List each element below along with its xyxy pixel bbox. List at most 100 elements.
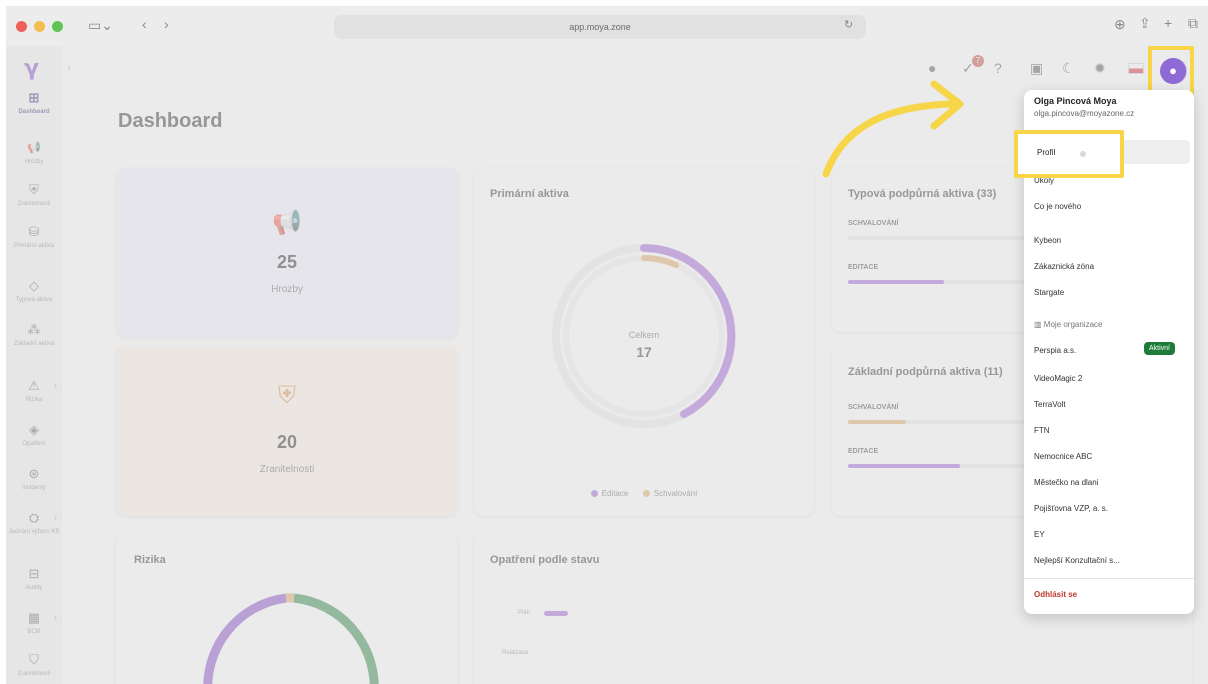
minimize-window-button[interactable] xyxy=(34,20,45,32)
sidebar-item-incidenty[interactable]: ⊛ Incidenty xyxy=(6,466,62,492)
card-title: Základní podpůrná aktiva (11) xyxy=(848,366,1003,378)
legend-dot xyxy=(590,490,598,497)
screen: ▭⌄ ‹ › ≣ app.moya.zone ↻ ⊕ ⇪ + ⧉ γ ⊞ Das… xyxy=(0,0,1208,684)
sidebar-item-label: Primární aktiva xyxy=(13,243,54,249)
sidebar-item-label: Zranitelnosti xyxy=(17,671,51,677)
donut-center-label: Celkem xyxy=(628,330,660,340)
incident-icon: ⊛ xyxy=(28,466,40,481)
legend-dot xyxy=(642,490,650,497)
menu-item-kybeon[interactable]: Kybeon xyxy=(1034,236,1061,245)
donut-segment-purple xyxy=(203,593,287,684)
org-item[interactable]: TerraVolt xyxy=(1034,400,1066,409)
back-icon[interactable]: ‹ xyxy=(142,16,147,32)
reload-icon[interactable]: ↻ xyxy=(844,18,853,31)
sidebar-item-label: Dashboard xyxy=(18,109,50,115)
shapes-icon: ⁂ xyxy=(27,322,41,337)
download-icon[interactable]: ⊕ xyxy=(1114,16,1126,33)
expand-sidebar-icon[interactable]: › xyxy=(67,60,71,74)
org-item[interactable]: VideoMagic 2 xyxy=(1034,374,1082,383)
settings-icon[interactable]: ✹ xyxy=(1094,60,1106,77)
org-item[interactable]: Pojišťovna VZP, a. s. xyxy=(1034,504,1108,513)
chevron-right-icon[interactable]: › xyxy=(54,380,57,390)
chevron-right-icon[interactable]: › xyxy=(54,512,57,522)
forward-icon[interactable]: › xyxy=(164,16,169,32)
sidebar-item-dashboard[interactable]: ⊞ Dashboard xyxy=(6,90,62,116)
meeting-icon: ⛭ xyxy=(28,510,40,525)
progress-fill xyxy=(848,280,944,284)
close-window-button[interactable] xyxy=(16,20,27,32)
sidebar-item-label: Rizika xyxy=(25,397,43,403)
legend-item-editace[interactable]: Editace xyxy=(590,489,629,498)
menu-item-profil[interactable]: Profil xyxy=(1037,148,1055,157)
new-tab-icon[interactable]: + xyxy=(1164,15,1172,31)
org-item[interactable]: Nemocnice ABC xyxy=(1034,452,1092,461)
cursor-icon xyxy=(1080,151,1086,157)
org-section-header: ▥ Moje organizace xyxy=(1034,320,1102,329)
sidebar-item-primarni-aktiva[interactable]: ⛁ Primární aktiva xyxy=(6,224,62,250)
org-item[interactable]: Nejlepší Konzultační s... xyxy=(1034,556,1120,565)
menu-divider xyxy=(1024,578,1194,579)
sidebar-item-zranitelnosti-2[interactable]: ⛉ Zranitelnosti xyxy=(6,652,62,678)
threats-card[interactable]: 📢 25 Hrozby xyxy=(116,168,458,338)
org-header-label: Moje organizace xyxy=(1043,320,1103,329)
legend-label: Schvalování xyxy=(653,489,698,498)
row-label: EDITACE xyxy=(848,448,879,455)
arrow-curve xyxy=(822,100,956,178)
sidebar-item-audity[interactable]: ⊟ Audity xyxy=(6,566,62,592)
tab-overview-icon[interactable]: ⧉ xyxy=(1188,15,1198,32)
card-title: Opatření podle stavu xyxy=(490,554,600,566)
risks-card: Rizika xyxy=(116,534,458,684)
org-item[interactable]: EY xyxy=(1034,530,1045,539)
sidebar-item-label: Jednání výboru KB xyxy=(8,529,60,535)
threats-label: Hrozby xyxy=(271,284,303,295)
sidebar-item-hrozby[interactable]: 📢 Hrozby xyxy=(6,140,62,166)
chevron-right-icon[interactable]: › xyxy=(54,612,57,622)
czech-flag-icon[interactable] xyxy=(1128,63,1144,74)
sidebar-item-typova-aktiva[interactable]: ◇ Typová aktiva xyxy=(6,278,62,304)
active-badge: Aktivní xyxy=(1144,342,1176,355)
vulnerabilities-card[interactable]: ⛨ 20 Zranitelnosti xyxy=(116,346,458,516)
sidebar-item-zranitelnosti[interactable]: ⛨ Zranitelnosti xyxy=(6,182,62,208)
app-logo[interactable]: γ xyxy=(24,56,39,81)
risks-donut xyxy=(203,593,379,684)
sidebar-toggle-icon[interactable]: ▭⌄ xyxy=(88,17,113,34)
org-item[interactable]: Městečko na dlani xyxy=(1034,478,1098,487)
row-label: SCHVALOVÁNÍ xyxy=(848,220,899,227)
annotation-arrow xyxy=(822,80,964,178)
moon-icon[interactable]: ☾ xyxy=(1062,60,1075,77)
profile-highlight xyxy=(1014,130,1124,178)
legend-item-schvalovani[interactable]: Schvalování xyxy=(642,489,698,498)
shield-icon: ⛉ xyxy=(29,652,39,667)
address-bar[interactable]: app.moya.zone xyxy=(334,15,866,39)
sidebar-item-opatreni[interactable]: ◈ Opatření xyxy=(6,422,62,448)
org-item[interactable]: FTN xyxy=(1034,426,1050,435)
org-item[interactable]: Perspia a.s. xyxy=(1034,346,1076,355)
legend-label: Editace xyxy=(601,489,629,498)
logout-button[interactable]: Odhlásit se xyxy=(1034,590,1077,599)
megaphone-icon: 📢 xyxy=(27,142,41,154)
menu-item-co-je-noveho[interactable]: Co je nového xyxy=(1034,202,1081,211)
row-label: Realizace xyxy=(502,650,529,656)
donut-segment-schvalovani xyxy=(641,255,679,268)
sidebar-item-label: Základní aktiva xyxy=(13,341,55,347)
media-icon[interactable]: ▣ xyxy=(1030,60,1043,77)
bcm-icon: ▦ xyxy=(27,610,41,625)
shield-icon: ⛨ xyxy=(29,182,39,197)
tag-icon: ◇ xyxy=(29,278,39,293)
notification-badge: 7 xyxy=(972,55,984,67)
avatar-highlighted[interactable]: ● xyxy=(1160,58,1186,84)
vulnerabilities-count: 20 xyxy=(276,432,298,452)
donut-legend: Editace Schvalování xyxy=(474,484,814,502)
menu-item-stargate[interactable]: Stargate xyxy=(1034,288,1064,297)
warning-icon: ⚠ xyxy=(28,378,40,393)
row-label: SCHVALOVÁNÍ xyxy=(848,404,899,411)
sidebar-item-zakladni-aktiva[interactable]: ⁂ Základní aktiva xyxy=(6,322,62,348)
share-icon[interactable]: ⇪ xyxy=(1139,15,1151,32)
menu-item-zakaznicka-zona[interactable]: Zákaznická zóna xyxy=(1034,262,1094,271)
user-email: olga.pincova@moyazone.cz xyxy=(1034,109,1135,118)
browser-toolbar: ▭⌄ ‹ › ≣ app.moya.zone ↻ ⊕ ⇪ + ⧉ xyxy=(6,6,1208,46)
zoom-window-button[interactable] xyxy=(52,20,63,32)
vulnerabilities-label: Zranitelnosti xyxy=(259,464,315,475)
help-icon[interactable]: ? xyxy=(994,60,1002,76)
primary-assets-card: Primární aktiva Celkem 17 Editace Schval… xyxy=(474,168,814,516)
